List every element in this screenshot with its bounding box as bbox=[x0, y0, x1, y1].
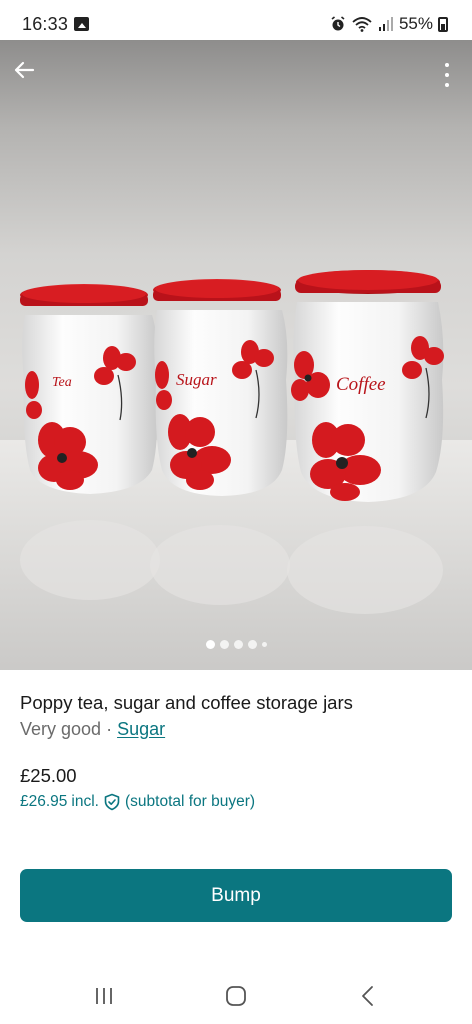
arrow-left-icon bbox=[14, 61, 35, 79]
item-condition: Very good bbox=[20, 719, 102, 739]
shield-check-icon bbox=[103, 793, 121, 811]
back-button[interactable] bbox=[12, 58, 46, 92]
signal-icon bbox=[378, 17, 393, 31]
carousel-dot[interactable] bbox=[247, 640, 257, 649]
status-indicators: 55% bbox=[330, 13, 448, 35]
battery-icon bbox=[438, 16, 448, 32]
recent-apps-button[interactable] bbox=[84, 982, 124, 1010]
gallery-notification-icon bbox=[74, 17, 89, 31]
buyer-price-row[interactable]: £26.95 incl. (subtotal for buyer) bbox=[20, 793, 255, 811]
listing-title: Poppy tea, sugar and coffee storage jars bbox=[20, 692, 353, 713]
bump-button[interactable]: Bump bbox=[20, 869, 452, 922]
carousel-dot[interactable] bbox=[233, 640, 243, 649]
more-options-button[interactable] bbox=[436, 58, 458, 92]
nav-back-button[interactable] bbox=[348, 982, 388, 1010]
tea-jar: Tea bbox=[20, 284, 158, 494]
back-icon bbox=[362, 986, 373, 1006]
more-vertical-icon-dot bbox=[445, 73, 449, 77]
buyer-price: £26.95 bbox=[20, 793, 68, 810]
system-navigation-bar bbox=[0, 968, 472, 1024]
coffee-jar-label: Coffee bbox=[336, 374, 386, 395]
status-bar: 16:33 55% bbox=[0, 0, 472, 40]
coffee-jar: Coffee bbox=[291, 270, 444, 502]
alarm-icon bbox=[331, 16, 345, 31]
home-button[interactable] bbox=[216, 982, 256, 1010]
separator: · bbox=[101, 719, 118, 739]
buyer-incl: incl. bbox=[71, 793, 99, 810]
battery-percent: 55% bbox=[398, 14, 433, 33]
product-photo-carousel[interactable]: Tea Sugar Coffee bbox=[0, 40, 472, 670]
sugar-jar-label: Sugar bbox=[176, 370, 217, 389]
more-vertical-icon-dot bbox=[445, 83, 449, 87]
more-vertical-icon-dot bbox=[445, 63, 449, 67]
condition-row: Very good · Sugar bbox=[20, 719, 165, 740]
sugar-jar: Sugar bbox=[153, 279, 288, 496]
carousel-indicator bbox=[0, 640, 472, 649]
item-price: £25.00 bbox=[20, 765, 77, 786]
tea-jar-label: Tea bbox=[52, 375, 72, 390]
status-time: 16:33 bbox=[22, 14, 69, 34]
recent-apps-icon bbox=[96, 988, 112, 1004]
wifi-icon bbox=[352, 17, 372, 32]
product-photo: Tea Sugar Coffee bbox=[0, 270, 472, 670]
brand-link[interactable]: Sugar bbox=[117, 719, 165, 739]
home-icon bbox=[226, 986, 246, 1006]
carousel-dot-active[interactable] bbox=[205, 640, 215, 649]
carousel-dot[interactable] bbox=[261, 642, 267, 647]
carousel-dot[interactable] bbox=[219, 640, 229, 649]
buyer-note: (subtotal for buyer) bbox=[125, 793, 256, 810]
